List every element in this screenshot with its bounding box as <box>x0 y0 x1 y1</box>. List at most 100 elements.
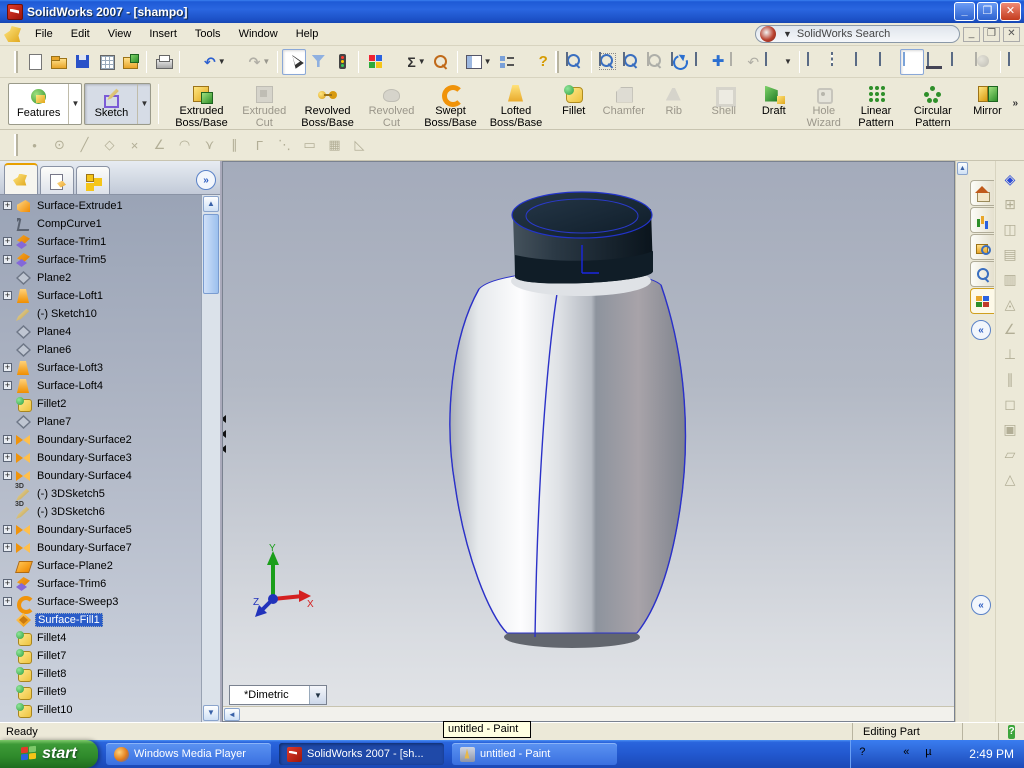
menu-item[interactable]: File <box>26 25 62 43</box>
tree-item-surface-trim1[interactable]: Surface-Trim1 <box>0 233 201 251</box>
tree-item-fillet2[interactable]: Fillet2 <box>0 395 201 413</box>
zoom-selection-button[interactable] <box>644 49 668 75</box>
extruded-cut-button[interactable]: Extruded Cut <box>239 80 290 129</box>
select-button[interactable] <box>282 48 307 75</box>
viewport-hscrollbar[interactable]: ◄ <box>223 706 954 721</box>
swept-boss-button[interactable]: Swept Boss/Base <box>418 80 484 129</box>
tree-item-surface-extrude1[interactable]: Surface-Extrude1 <box>0 197 201 215</box>
menu-item[interactable]: Edit <box>62 25 99 43</box>
tree-item-fillet4[interactable]: Fillet4 <box>0 629 201 647</box>
menu-item[interactable]: View <box>99 25 141 43</box>
geometric-tolerance-button[interactable]: ⊥ <box>998 342 1022 367</box>
save-button[interactable] <box>70 49 94 75</box>
weld-symbol-button[interactable]: ◻ <box>998 392 1022 417</box>
circle-tool[interactable]: ⊙ <box>47 133 72 157</box>
taskbar-solidworks-button[interactable]: SolidWorks 2007 - [sh... <box>279 743 444 765</box>
datum-feature-button[interactable]: ∥ <box>998 367 1022 392</box>
taskbar-wmp-button[interactable]: Windows Media Player <box>106 743 271 765</box>
toolbar-grip[interactable] <box>14 50 18 73</box>
tree-item-fillet9[interactable]: Fillet9 <box>0 683 201 701</box>
linear-pattern-button[interactable]: Linear Pattern <box>849 80 903 129</box>
expand-plus-icon[interactable] <box>3 255 12 264</box>
tree-item-surface-trim6[interactable]: Surface-Trim6 <box>0 575 201 593</box>
area-hatch-button[interactable]: ▱ <box>998 442 1022 467</box>
surface-finish-button[interactable]: ∠ <box>998 317 1022 342</box>
shaded-button[interactable] <box>899 48 924 75</box>
home-tab[interactable] <box>970 180 994 206</box>
combo-dropdown-icon[interactable]: ▼ <box>309 686 326 704</box>
close-button[interactable]: ✕ <box>1000 2 1021 21</box>
horizontal-dimension-button[interactable]: ⊞ <box>998 192 1022 217</box>
baseline-dimension-button[interactable]: ▤ <box>998 242 1022 267</box>
rebuild-button[interactable] <box>330 49 354 75</box>
tree-item-boundary-surface7[interactable]: Boundary-Surface7 <box>0 539 201 557</box>
expand-plus-icon[interactable] <box>3 579 12 588</box>
expand-plus-icon[interactable] <box>3 363 12 372</box>
dropdown-caret-icon[interactable]: ▼ <box>784 57 792 66</box>
utorrent-icon[interactable]: µ <box>925 746 941 762</box>
menu-item[interactable]: Insert <box>140 25 186 43</box>
custom-properties-tab[interactable] <box>970 288 994 314</box>
propertymanager-tab[interactable] <box>40 166 74 194</box>
smart-dimension-button[interactable]: ◈ <box>998 167 1022 192</box>
triangle-tool[interactable]: ◺ <box>347 133 372 157</box>
mode-caret-icon[interactable]: ▼ <box>137 83 150 124</box>
zoom-area-button[interactable] <box>596 49 620 75</box>
shaded-with-edges-button[interactable] <box>876 49 900 75</box>
hole-wizard-button[interactable]: Hole Wizard <box>799 80 849 129</box>
toolbar-overflow-chevron[interactable]: » <box>1012 98 1018 109</box>
hidden-lines-visible-button[interactable] <box>828 49 852 75</box>
mirror-tool[interactable]: ⋎ <box>197 133 222 157</box>
toolbar-grip[interactable] <box>14 134 18 156</box>
features-mode-button[interactable]: Features ▼ <box>8 82 83 125</box>
standard-views-button[interactable]: ▼ <box>762 49 795 75</box>
quick-tips-cell[interactable]: ? <box>998 723 1024 740</box>
zoom-fit-button[interactable] <box>563 49 587 75</box>
design-library-tab[interactable] <box>970 207 994 233</box>
zoom-inout-button[interactable] <box>620 49 644 75</box>
featuremanager-tab[interactable] <box>4 163 38 194</box>
doc-close-button[interactable]: ✕ <box>1003 26 1020 42</box>
expand-plus-icon[interactable] <box>3 435 12 444</box>
dropdown-caret-icon[interactable]: ▼ <box>418 57 426 66</box>
tree-item-sketch10[interactable]: (-) Sketch10 <box>0 305 201 323</box>
tray-collapse-icon[interactable]: « <box>903 746 919 762</box>
dropdown-caret-icon[interactable]: ▼ <box>484 57 492 66</box>
expand-plus-icon[interactable] <box>3 543 12 552</box>
revolved-boss-button[interactable]: Revolved Boss/Base <box>290 80 365 129</box>
dropdown-caret-icon[interactable]: ▼ <box>262 57 270 66</box>
scroll-up-icon[interactable]: ▲ <box>203 196 219 212</box>
tree-item-surface-loft1[interactable]: Surface-Loft1 <box>0 287 201 305</box>
edrawings-button[interactable]: e <box>1005 49 1024 75</box>
tree-item-plane7[interactable]: Plane7 <box>0 413 201 431</box>
expand-plus-icon[interactable] <box>3 453 12 462</box>
tree-item-boundary-surface5[interactable]: Boundary-Surface5 <box>0 521 201 539</box>
point-tool[interactable]: • <box>22 133 47 157</box>
revolved-cut-button[interactable]: Revolved Cut <box>365 80 418 129</box>
toolbar-grip[interactable] <box>554 50 559 73</box>
panels-button[interactable]: ▼ <box>462 49 495 75</box>
expand-plus-icon[interactable] <box>3 597 12 606</box>
open-button[interactable] <box>46 49 70 75</box>
polygon-tool[interactable]: ◇ <box>97 133 122 157</box>
tree-item-3dsketch6[interactable]: (-) 3DSketch6 <box>0 501 201 521</box>
make-assembly-button[interactable] <box>118 49 142 75</box>
extruded-boss-button[interactable]: Extruded Boss/Base <box>164 80 238 129</box>
scroll-left-icon[interactable]: ◄ <box>224 708 240 721</box>
dropdown-caret-icon[interactable]: ▼ <box>218 57 226 66</box>
solidworks-search-box[interactable]: ▼ SolidWorks Search <box>755 25 960 43</box>
mode-caret-icon[interactable]: ▼ <box>68 83 81 124</box>
grid-tool[interactable]: ▦ <box>322 133 347 157</box>
vertical-dimension-button[interactable]: ◫ <box>998 217 1022 242</box>
sketch-mode-button[interactable]: Sketch ▼ <box>84 82 152 125</box>
tree-item-fillet8[interactable]: Fillet8 <box>0 665 201 683</box>
tree-item-surface-plane2[interactable]: Surface-Plane2 <box>0 557 201 575</box>
rotate-view-button[interactable] <box>668 49 692 75</box>
trim-tool[interactable]: × <box>122 133 147 157</box>
tree-item-boundary-surface2[interactable]: Boundary-Surface2 <box>0 431 201 449</box>
draft-button[interactable]: Draft <box>749 80 799 128</box>
dimension-tool[interactable]: ▭ <box>297 133 322 157</box>
table-button[interactable]: △ <box>998 467 1022 492</box>
bottle-model[interactable] <box>439 185 699 665</box>
expand-plus-icon[interactable] <box>3 525 12 534</box>
